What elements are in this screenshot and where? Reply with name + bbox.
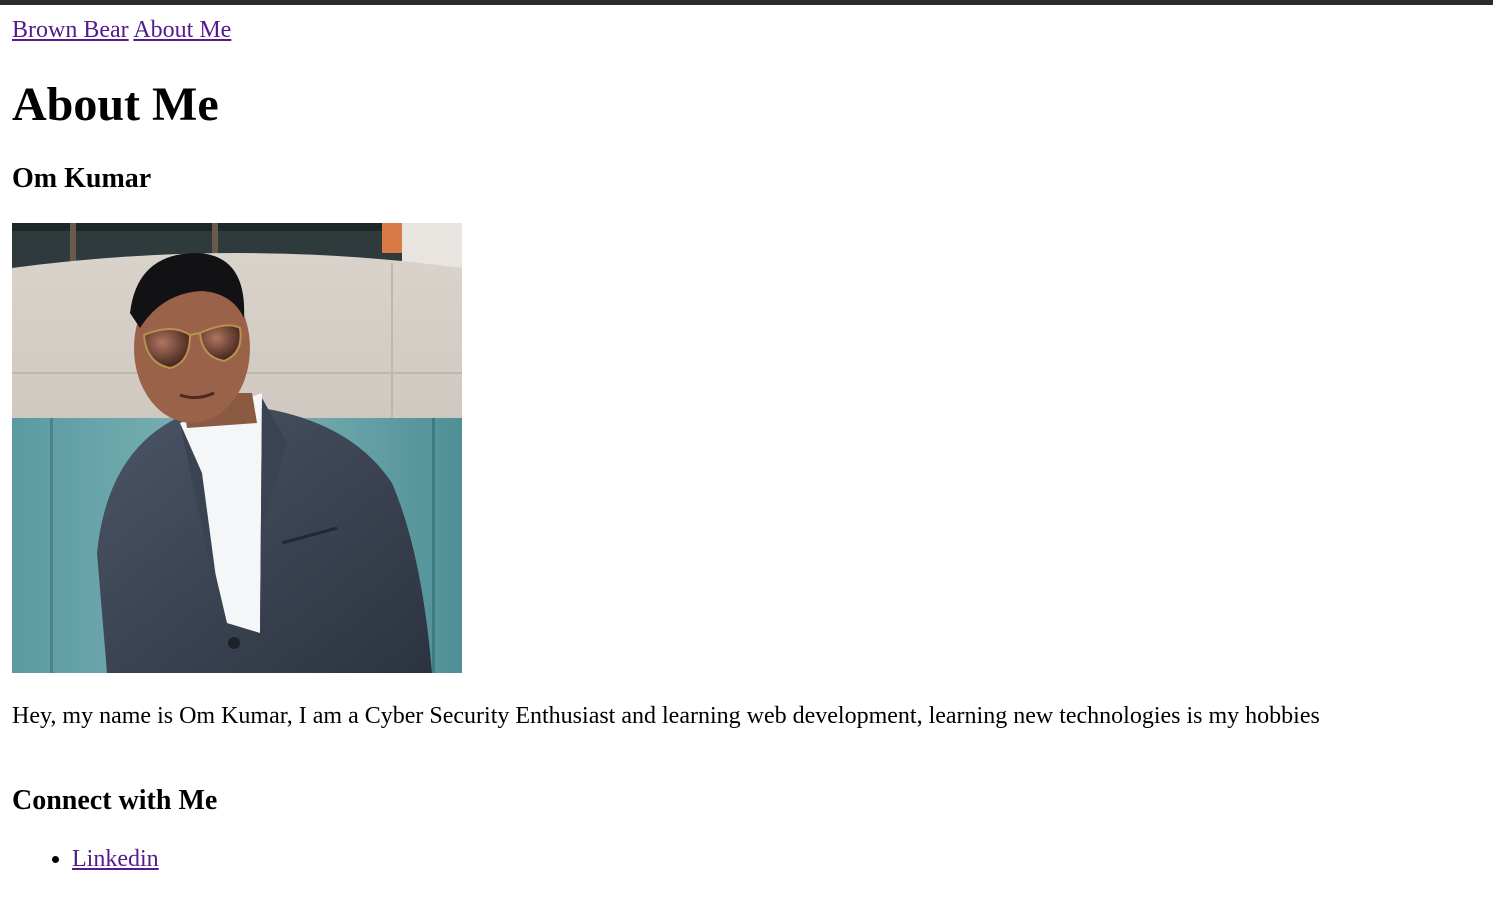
profile-name: Om Kumar [12,163,152,194]
list-item: Linkedin [72,845,159,873]
connect-heading: Connect with Me [12,785,218,816]
page-title: About Me [12,78,219,131]
profile-photo [12,223,462,673]
nav-link-about-me[interactable]: About Me [133,17,231,43]
top-nav: Brown Bear About Me [12,17,231,44]
nav-link-brown-bear[interactable]: Brown Bear [12,17,129,43]
linkedin-link[interactable]: Linkedin [72,846,159,872]
browser-top-strip [0,0,1493,5]
bio-paragraph: Hey, my name is Om Kumar, I am a Cyber S… [12,703,1320,729]
connect-links-list: Linkedin [12,845,159,873]
